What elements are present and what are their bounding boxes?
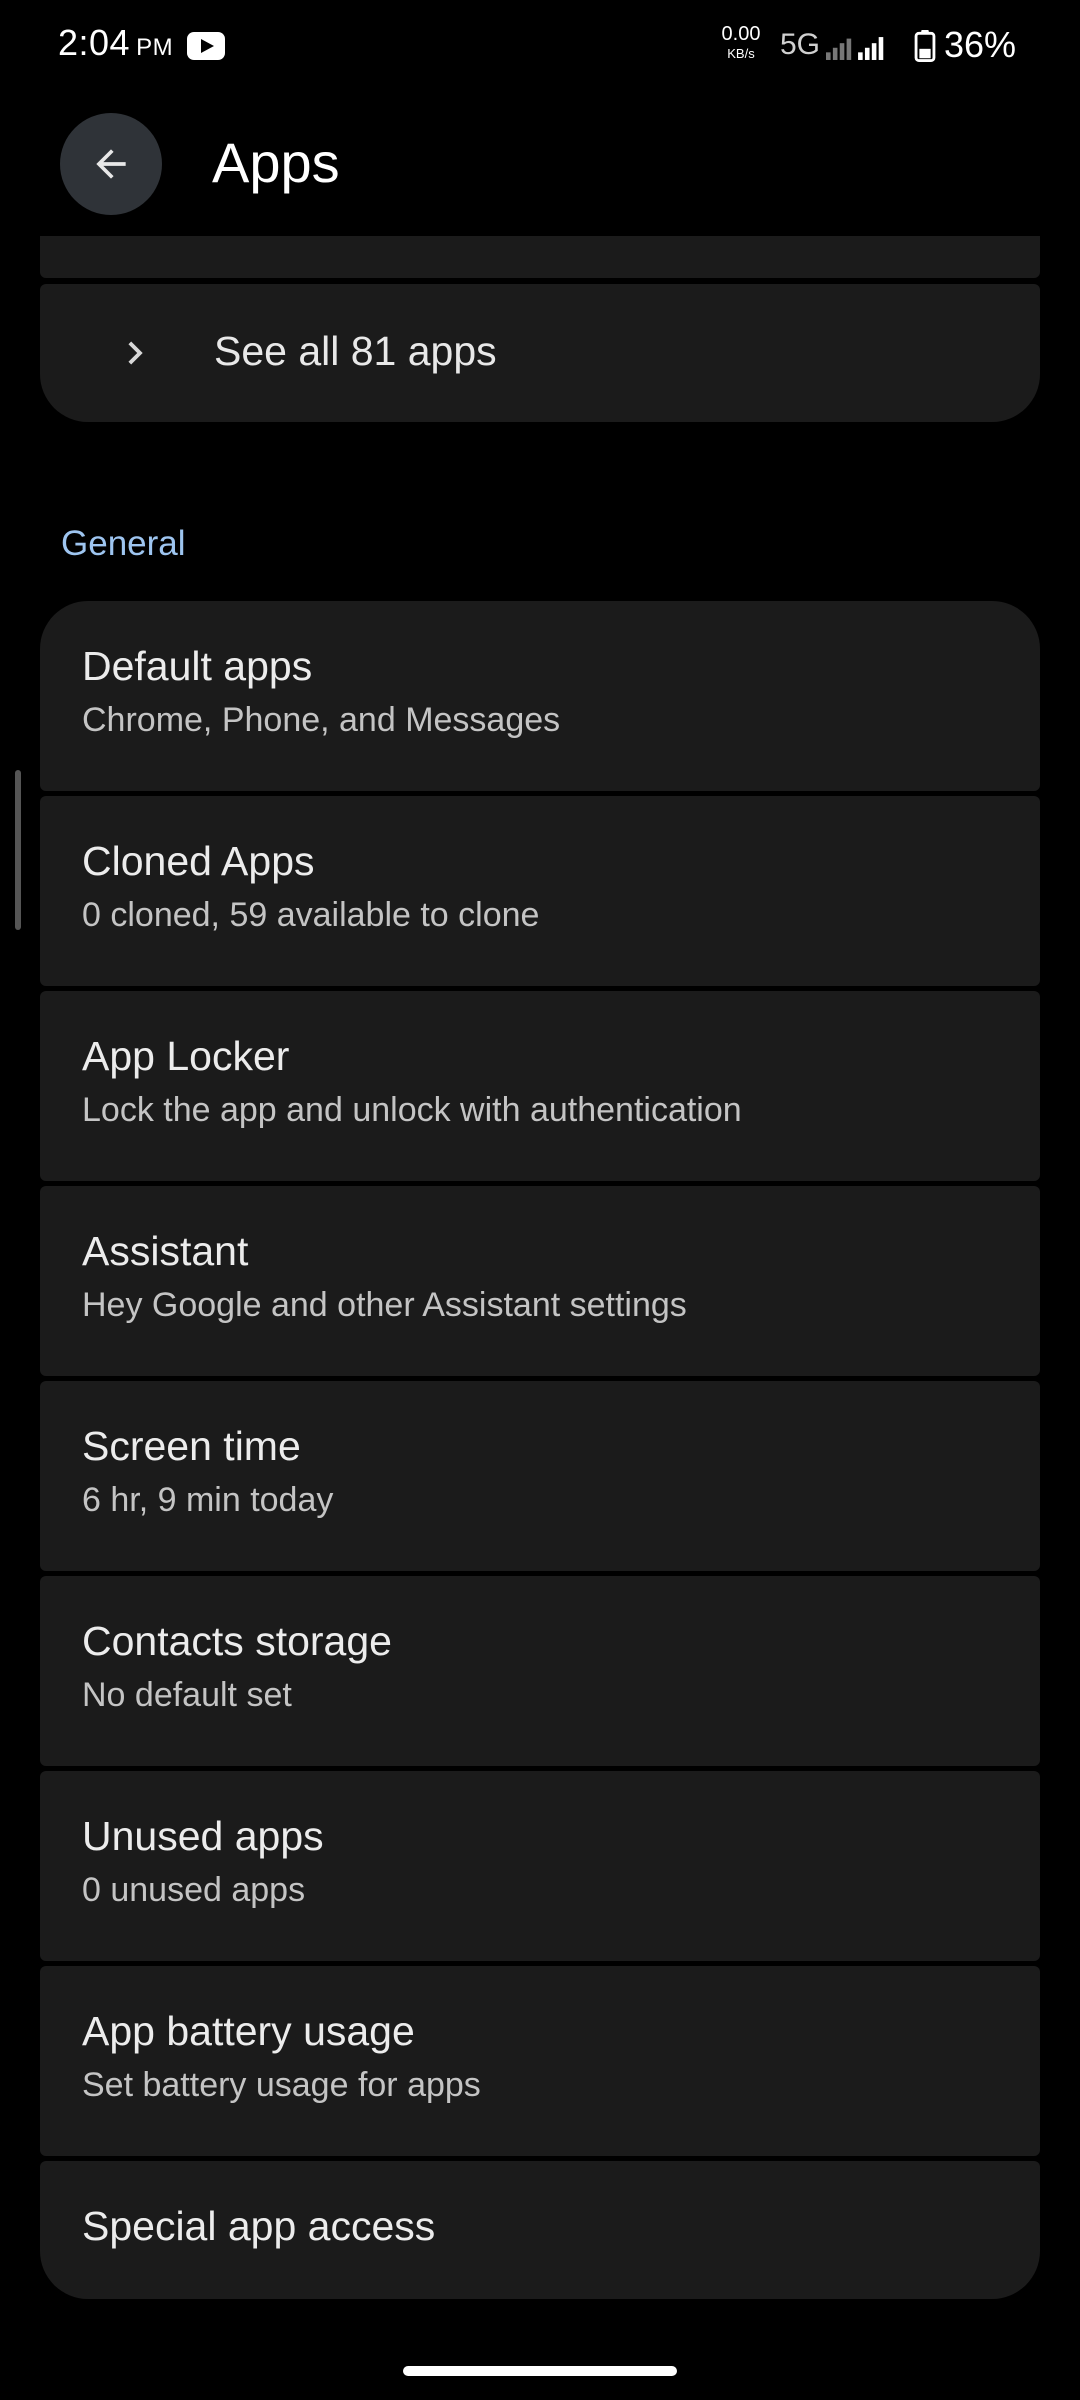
- setting-subtitle: 0 cloned, 59 available to clone: [82, 896, 540, 934]
- setting-subtitle: 0 unused apps: [82, 1871, 306, 1909]
- setting-subtitle: Set battery usage for apps: [82, 2066, 481, 2104]
- setting-title: Assistant: [82, 1228, 249, 1274]
- setting-title: App Locker: [82, 1033, 290, 1079]
- status-time-value: 2:04: [58, 22, 131, 63]
- back-button[interactable]: [60, 113, 162, 215]
- network-speed: 0.00 KB/s: [716, 24, 766, 60]
- status-time: 2:04 PM: [58, 22, 173, 64]
- setting-subtitle: Lock the app and unlock with authenticat…: [82, 1091, 742, 1129]
- setting-title: App battery usage: [82, 2008, 415, 2054]
- chevron-right-icon: [128, 341, 143, 365]
- see-all-apps-item[interactable]: See all 81 apps: [40, 284, 1040, 422]
- network-speed-value: 0.00: [721, 23, 761, 45]
- setting-cloned-apps[interactable]: Cloned Apps 0 cloned, 59 available to cl…: [40, 796, 1040, 986]
- home-gesture-handle[interactable]: [403, 2366, 677, 2376]
- signal-strength-icon: [826, 37, 884, 60]
- setting-app-battery-usage[interactable]: App battery usage Set battery usage for …: [40, 1966, 1040, 2156]
- setting-title: Screen time: [82, 1423, 301, 1469]
- network-speed-unit: KB/s: [727, 46, 755, 61]
- setting-subtitle: No default set: [82, 1676, 292, 1714]
- see-all-apps-label: See all 81 apps: [214, 328, 497, 374]
- setting-assistant[interactable]: Assistant Hey Google and other Assistant…: [40, 1186, 1040, 1376]
- setting-title: Default apps: [82, 643, 313, 689]
- status-time-ampm: PM: [136, 34, 174, 61]
- setting-screen-time[interactable]: Screen time 6 hr, 9 min today: [40, 1381, 1040, 1571]
- setting-default-apps[interactable]: Default apps Chrome, Phone, and Messages: [40, 601, 1040, 791]
- battery-icon: [914, 30, 936, 62]
- youtube-notification-icon: [187, 32, 225, 60]
- setting-subtitle: 6 hr, 9 min today: [82, 1481, 334, 1519]
- partial-list-item: [40, 236, 1040, 278]
- status-bar: 2:04 PM 0.00 KB/s 5G 36%: [0, 0, 1080, 92]
- setting-special-app-access[interactable]: Special app access: [40, 2161, 1040, 2299]
- arrow-left-icon: [96, 149, 126, 179]
- setting-title: Unused apps: [82, 1813, 324, 1859]
- setting-title: Cloned Apps: [82, 838, 315, 884]
- setting-unused-apps[interactable]: Unused apps 0 unused apps: [40, 1771, 1040, 1961]
- setting-title: Contacts storage: [82, 1618, 392, 1664]
- network-type: 5G: [780, 28, 821, 61]
- setting-app-locker[interactable]: App Locker Lock the app and unlock with …: [40, 991, 1040, 1181]
- battery-percentage: 36%: [944, 24, 1017, 65]
- scrollbar[interactable]: [15, 770, 21, 930]
- setting-title: Special app access: [82, 2203, 436, 2249]
- page-title: Apps: [212, 131, 340, 194]
- setting-contacts-storage[interactable]: Contacts storage No default set: [40, 1576, 1040, 1766]
- setting-subtitle: Hey Google and other Assistant settings: [82, 1286, 687, 1324]
- setting-subtitle: Chrome, Phone, and Messages: [82, 701, 561, 739]
- section-header-general: General: [61, 524, 186, 563]
